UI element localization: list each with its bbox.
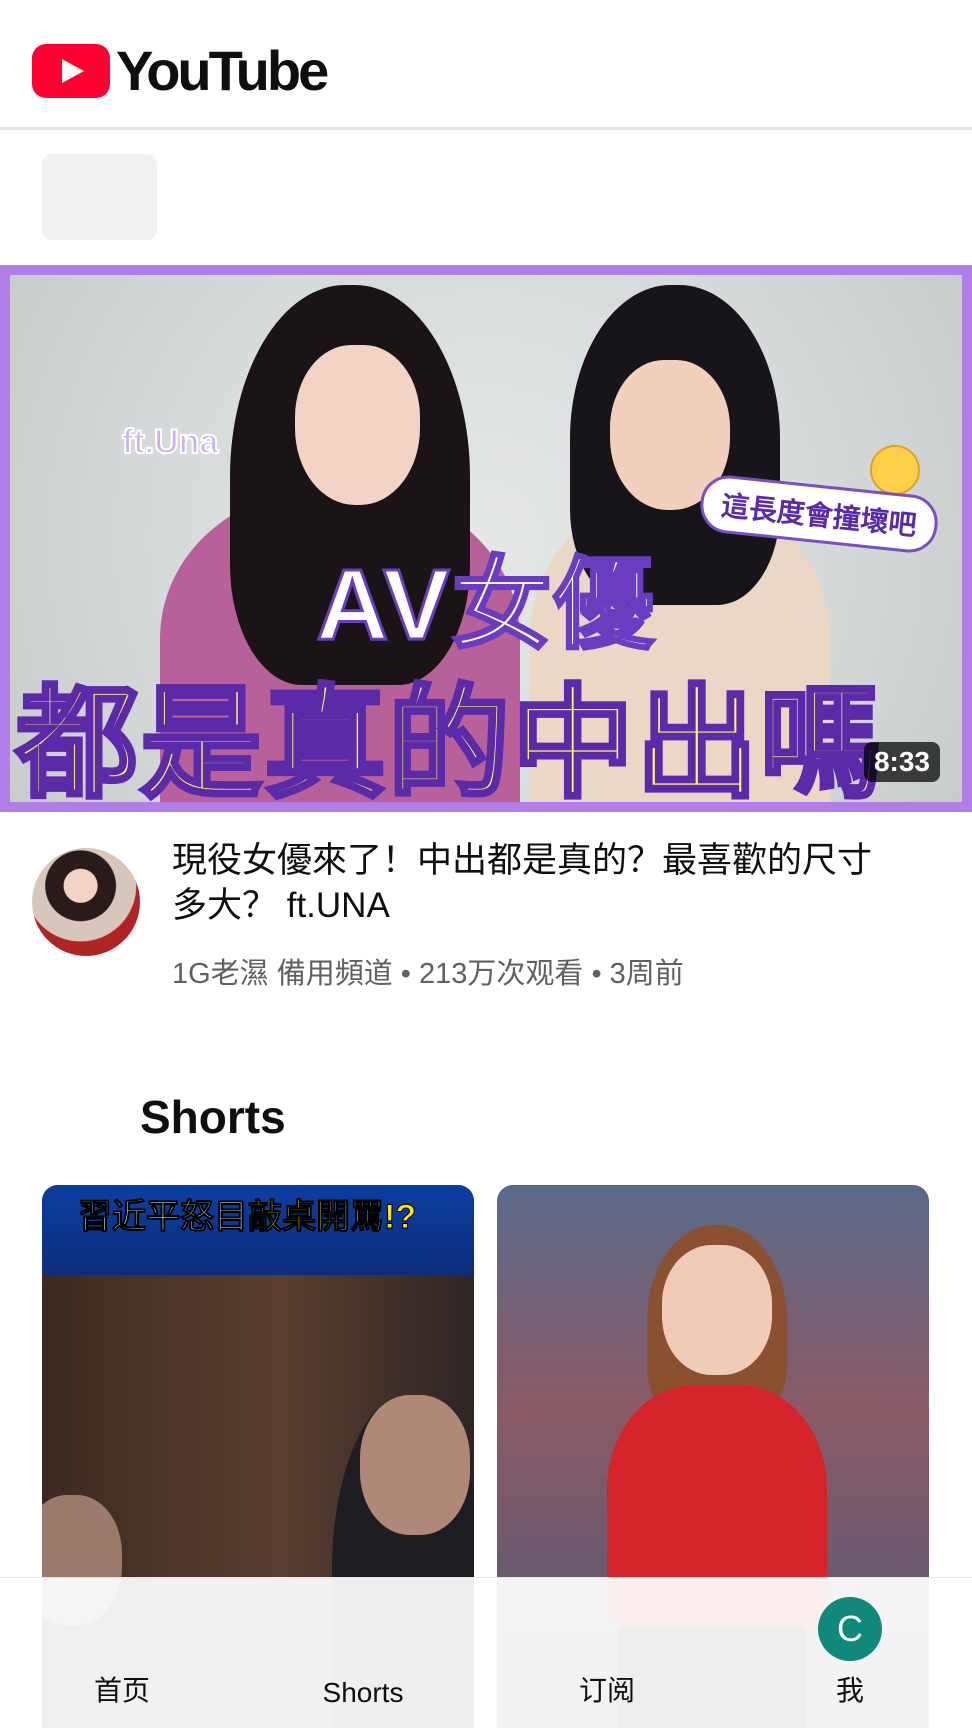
short-banner-highlight: 敲桌開罵!? — [247, 1198, 417, 1237]
thumbnail-image: ft.Una 這長度會撞壞吧 AV女優 都是真的中出嗎 8:33 — [10, 275, 962, 802]
video-title[interactable]: 現役女優來了！中出都是真的？最喜歡的尺寸多大？ ft.UNA — [172, 838, 892, 928]
shorts-section-title: Shorts — [140, 1091, 286, 1143]
nav-home-label: 首页 — [93, 1675, 150, 1706]
nav-me-label: 我 — [835, 1675, 864, 1706]
nav-me[interactable]: C 我 — [790, 1578, 910, 1728]
flushed-face-icon — [870, 445, 920, 495]
short-figure-head — [360, 1395, 470, 1535]
youtube-play-icon — [32, 43, 110, 98]
short-banner-prefix: 習近平怒目 — [78, 1198, 249, 1237]
youtube-logo[interactable]: YouTube — [32, 38, 329, 103]
video-metadata[interactable]: 現役女優來了！中出都是真的？最喜歡的尺寸多大？ ft.UNA 1G老濕 備用頻道… — [0, 838, 972, 1008]
video-thumbnail[interactable]: ft.Una 這長度會撞壞吧 AV女優 都是真的中出嗎 8:33 — [0, 265, 972, 812]
top-app-bar: YouTube — [0, 0, 972, 130]
thumbnail-person-left-face — [295, 345, 420, 505]
thumbnail-headline-2: 都是真的中出嗎 — [14, 674, 884, 802]
nav-shorts[interactable]: Shorts — [303, 1578, 423, 1728]
nav-shorts-label: Shorts — [322, 1677, 404, 1708]
bottom-navigation: 首页 Shorts 订阅 C 我 — [0, 1577, 972, 1728]
short-figure-head — [662, 1245, 772, 1375]
account-avatar: C — [818, 1597, 882, 1661]
channel-avatar[interactable] — [32, 848, 140, 956]
short-banner-text: 習近平怒目敲桌開罵!? — [78, 1189, 417, 1238]
thumbnail-tag-text: ft.Una — [121, 422, 219, 462]
short-banner: 習近平怒目敲桌開罵!? — [42, 1185, 474, 1275]
logo-text: YouTube — [116, 39, 329, 102]
duration-badge: 8:33 — [863, 742, 940, 782]
video-subtitle: 1G老濕 備用頻道 • 213万次观看 • 3周前 — [172, 958, 684, 990]
nav-subscriptions-label: 订阅 — [578, 1675, 635, 1706]
nav-subscriptions[interactable]: 订阅 — [547, 1578, 667, 1728]
chip-placeholder — [42, 154, 157, 240]
nav-home[interactable]: 首页 — [62, 1578, 182, 1728]
